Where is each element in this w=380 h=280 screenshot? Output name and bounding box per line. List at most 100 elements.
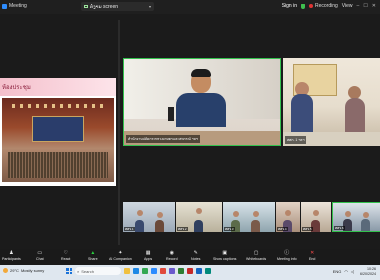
ceiling-lights: [12, 104, 104, 108]
participant-body: [135, 220, 144, 232]
share-label: ຕໍ່ງານ screen: [90, 3, 119, 10]
close-icon[interactable]: ✕: [372, 3, 376, 9]
slide-header: ห้องประชุม: [0, 78, 116, 96]
title-bar: Meeting ຕໍ່ງານ screen ▾ Sign in Recordin…: [0, 0, 380, 14]
thumb-label: ສສຈ.6: [334, 226, 345, 230]
shared-screen: ห้องประชุม: [0, 78, 116, 186]
participants-button[interactable]: ♟ Participants: [2, 250, 21, 261]
gallery-thumb[interactable]: ສສຈ.5: [301, 202, 331, 232]
whiteboards-button[interactable]: ▢ Whiteboards: [246, 250, 266, 261]
participant-video: [176, 69, 226, 127]
zoom-logo-icon: [2, 3, 7, 9]
gallery-thumb[interactable]: ສສຈ.1: [123, 202, 175, 232]
video-tile-active-speaker[interactable]: สำนักงานปลัดกระทรวงเกษตรและสหกรณ์ ฯลฯ: [123, 58, 281, 146]
react-button[interactable]: ♡ React: [61, 250, 70, 261]
react-label: React: [61, 257, 71, 261]
file-explorer-icon[interactable]: [124, 268, 130, 274]
screen-share-pill[interactable]: ຕໍ່ງານ screen ▾: [81, 2, 154, 11]
microphone-image: [168, 107, 174, 121]
search-placeholder: Search: [81, 268, 94, 274]
participants-label: Participants: [2, 257, 21, 261]
meeting-info-label: Meeting info: [277, 257, 297, 261]
clock[interactable]: 10:26 6/20/2024: [360, 267, 376, 276]
gallery-thumb[interactable]: ສສຈ.2: [176, 202, 222, 232]
participant-head: [363, 212, 369, 218]
language-indicator[interactable]: ENG: [333, 269, 342, 274]
recording-label: Recording: [314, 3, 338, 9]
taskbar-center: ⌕ Search: [66, 267, 211, 275]
windows-start-icon[interactable]: [66, 268, 72, 274]
hall-stage-image: [32, 116, 84, 142]
record-label: Record: [166, 257, 178, 261]
participant-head: [285, 210, 291, 216]
share-icon: ▲: [90, 249, 96, 256]
app-icon[interactable]: [205, 268, 211, 274]
captions-button[interactable]: ▣ Show captions: [213, 250, 236, 261]
notes-icon: ✎: [193, 249, 198, 256]
whiteboard-icon: ▢: [253, 249, 259, 256]
app-icon[interactable]: [169, 268, 175, 274]
gallery-thumb-active[interactable]: ສສຈ.6: [332, 202, 380, 232]
gallery-thumb[interactable]: ສສຈ.4: [276, 202, 300, 232]
chat-button[interactable]: ▭ Chat: [36, 250, 44, 261]
taskbar-search[interactable]: ⌕ Search: [75, 267, 121, 275]
line-icon[interactable]: [178, 268, 184, 274]
volume-icon[interactable]: ◁: [351, 269, 354, 274]
maximize-icon[interactable]: ☐: [363, 3, 367, 9]
hall-seats-image: [8, 152, 108, 178]
thumb-label: ສສຈ.1: [124, 227, 135, 231]
splitter-handle[interactable]: [118, 20, 120, 245]
participant-body: [345, 98, 365, 134]
participant-head: [196, 208, 202, 214]
notes-label: Notes: [191, 257, 201, 261]
gallery-thumb[interactable]: ສສຈ.3: [223, 202, 275, 232]
captions-icon: ▣: [222, 249, 228, 256]
record-button[interactable]: ◉ Record: [166, 250, 178, 261]
end-button[interactable]: ✕ End: [309, 250, 315, 261]
weather-text: Mostly sunny: [20, 268, 45, 273]
weather-widget[interactable]: 29°C Mostly sunny: [3, 268, 44, 273]
app-icon[interactable]: [187, 268, 193, 274]
info-icon: ⓘ: [284, 249, 290, 256]
os-taskbar: 29°C Mostly sunny ⌕ Search ENG ◠ ◁ 10:26…: [0, 265, 380, 280]
zoom-taskbar-icon[interactable]: [151, 268, 157, 274]
view-button[interactable]: View: [342, 3, 353, 9]
meeting-info-button[interactable]: ⓘ Meeting info: [277, 250, 297, 261]
notes-button[interactable]: ✎ Notes: [191, 250, 200, 261]
slide-title: ห้องประชุม: [2, 84, 31, 91]
participant-head: [253, 211, 259, 217]
record-dot-icon: [308, 4, 313, 8]
ai-companion-button[interactable]: ✦ AI Companion: [109, 250, 132, 261]
people-icon: ♟: [9, 249, 14, 256]
wifi-icon[interactable]: ◠: [344, 269, 348, 274]
participant-hair: [191, 69, 211, 77]
thumb-label: ສສຈ.2: [177, 227, 188, 231]
heart-icon: ♡: [63, 249, 68, 256]
apps-label: Apps: [144, 257, 153, 261]
edge-icon[interactable]: [133, 268, 139, 274]
apps-button[interactable]: ▦ Apps: [144, 250, 152, 261]
shield-icon[interactable]: [300, 3, 305, 9]
sun-icon: [3, 268, 8, 273]
share-button[interactable]: ▲ Share: [88, 250, 98, 261]
video-name-label: สำนักงานปลัดกระทรวงเกษตรและสหกรณ์ ฯลฯ: [126, 135, 200, 143]
word-icon[interactable]: [196, 268, 202, 274]
end-label: End: [309, 257, 316, 261]
minimize-icon[interactable]: –: [357, 3, 360, 9]
chat-label: Chat: [36, 257, 44, 261]
clock-date: 6/20/2024: [360, 271, 376, 276]
chrome-icon[interactable]: [142, 268, 148, 274]
app-icon[interactable]: [160, 268, 166, 274]
thumb-label: ສສຈ.3: [224, 227, 235, 231]
meeting-toolbar: ♟ Participants ▭ Chat ♡ React ▲ Share ✦ …: [0, 249, 380, 265]
share-label: Share: [88, 257, 98, 261]
participant-body: [176, 93, 226, 127]
whiteboards-label: Whiteboards: [246, 257, 267, 261]
title-right-tools: Sign in Recording View – ☐ ✕: [282, 3, 376, 9]
participant-head: [157, 212, 163, 218]
thumb-label: ສສຈ.5: [302, 227, 313, 231]
recording-indicator[interactable]: Recording: [308, 3, 338, 9]
video-tile[interactable]: สศก. 1 ฯลฯ: [283, 58, 380, 146]
sign-in-link[interactable]: Sign in: [282, 3, 297, 9]
weather-temp: 29°C: [10, 268, 19, 273]
